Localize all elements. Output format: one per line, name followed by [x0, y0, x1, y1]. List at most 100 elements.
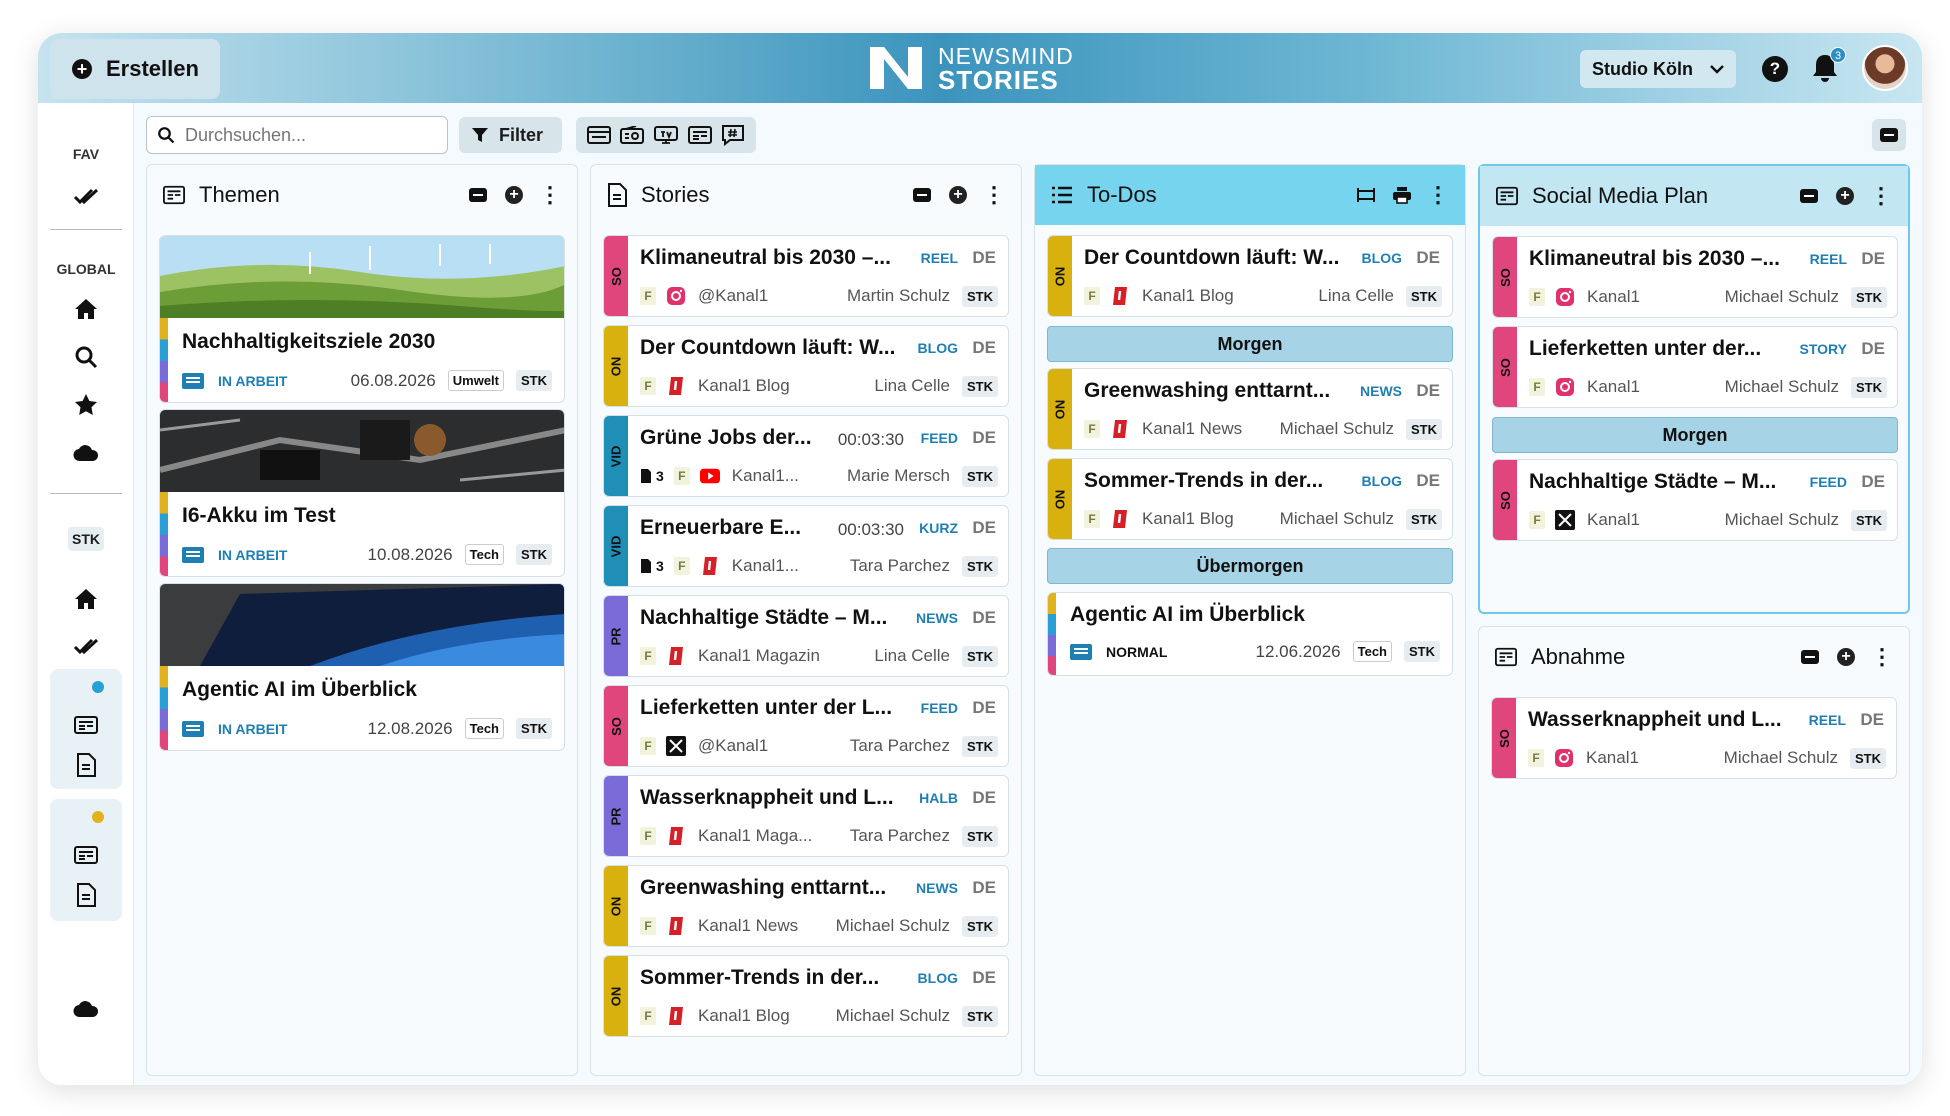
story-card[interactable]: ON Greenwashing enttarnt... NEWS DE F Kanal1 … — [603, 865, 1009, 947]
add-button[interactable]: + — [947, 184, 969, 206]
add-button[interactable]: + — [503, 184, 525, 206]
story-title: Greenwashing enttarnt... — [640, 876, 887, 899]
channel-type-label: SO — [608, 716, 624, 736]
home-icon[interactable] — [72, 585, 100, 613]
search-bar[interactable] — [146, 116, 448, 154]
view-tv-icon[interactable] — [653, 124, 679, 146]
topic-card[interactable]: I6-Akku im Test IN ARBEIT 10.08.2026 Tec… — [159, 409, 565, 577]
story-card[interactable]: SO Lieferketten unter der L... FEED DE F @Kan… — [603, 685, 1009, 767]
f-badge: F — [640, 917, 656, 935]
story-card[interactable]: ON Sommer-Trends in der... BLOG DE F Kanal1 B… — [603, 955, 1009, 1037]
story-card[interactable]: ON Sommer-Trends in der... BLOG DE F Kanal1 B… — [1047, 458, 1453, 540]
document-icon[interactable] — [72, 751, 100, 779]
minimize-button[interactable] — [1798, 185, 1820, 207]
view-newspaper-icon[interactable] — [687, 124, 713, 146]
story-card[interactable]: SO Lieferketten unter der... STORY DE F Kanal… — [1492, 326, 1898, 408]
date-group-header[interactable]: Morgen — [1492, 417, 1898, 453]
topic-title: Agentic AI im Überblick — [1070, 603, 1305, 626]
story-meta: F Kanal1 News Michael Schulz STK — [640, 915, 998, 937]
topic-card[interactable]: Agentic AI im Überblick IN ARBEIT 12.08.… — [159, 583, 565, 751]
search-icon[interactable] — [72, 343, 100, 371]
document-icon[interactable] — [72, 881, 100, 909]
channel-type-label: SO — [1497, 490, 1513, 510]
double-check-icon[interactable] — [72, 183, 100, 211]
f-badge: F — [1528, 749, 1544, 767]
board-view-icon[interactable] — [1355, 184, 1377, 206]
story-title: Greenwashing enttarnt... — [1084, 379, 1331, 402]
filter-button[interactable]: Filter — [459, 117, 562, 153]
filter-icon — [472, 128, 488, 142]
story-card[interactable]: SO Nachhaltige Städte – M... FEED DE F Kanal1… — [1492, 459, 1898, 541]
story-card[interactable]: SO Wasserknappheit und L... REEL DE F Kanal1 M… — [1491, 697, 1897, 779]
story-card[interactable]: PR Nachhaltige Städte – M... NEWS DE F Kanal1… — [603, 595, 1009, 677]
author: Lina Celle — [874, 646, 950, 665]
story-card[interactable]: ON Greenwashing enttarnt... NEWS DE F Kanal1 … — [1047, 368, 1453, 450]
channel-type-label: SO — [1497, 357, 1513, 377]
sidebar-stk-label: STK — [68, 527, 104, 551]
studio-select[interactable]: Studio Köln — [1580, 50, 1736, 88]
minimize-button[interactable] — [911, 184, 933, 206]
more-menu-icon[interactable]: ⋮ — [983, 184, 1005, 206]
create-button[interactable]: + Erstellen — [50, 39, 220, 99]
topic-card[interactable]: Nachhaltigkeitsziele 2030 IN ARBEIT 06.0… — [159, 235, 565, 403]
view-social-icon[interactable] — [720, 124, 746, 146]
f-badge: F — [1529, 288, 1545, 306]
channel-type-strip: SO — [1492, 698, 1516, 778]
user-avatar[interactable] — [1862, 45, 1908, 91]
search-input[interactable] — [185, 124, 425, 146]
story-card[interactable]: VID Erneuerbare E... 00:03:30 KURZ DE 3 F Kanal… — [603, 505, 1009, 587]
more-menu-icon[interactable]: ⋮ — [1427, 184, 1449, 206]
format-badge: KURZ — [919, 520, 958, 536]
date-group-header[interactable]: Morgen — [1047, 326, 1453, 362]
sidebar-divider — [50, 493, 122, 494]
channel-type-label: ON — [1052, 399, 1068, 419]
story-card[interactable]: ON Der Countdown läuft: W... BLOG DE F Kanal1… — [1047, 235, 1453, 317]
star-icon[interactable] — [72, 391, 100, 419]
channel-type-strip: SO — [604, 686, 628, 766]
cloud-icon[interactable] — [72, 439, 100, 467]
document-icon — [608, 183, 627, 207]
channel-name: Kanal1 Blog — [698, 376, 790, 395]
channel-type-strip: PR — [604, 776, 628, 856]
more-menu-icon[interactable]: ⋮ — [1870, 185, 1892, 207]
channel-name: Kanal1 Maga... — [698, 826, 813, 845]
collapse-all-button[interactable] — [1872, 119, 1906, 151]
minimize-button[interactable] — [467, 184, 489, 206]
author: Michael Schulz — [1279, 509, 1394, 528]
home-icon[interactable] — [72, 295, 100, 323]
cloud-icon[interactable] — [72, 995, 100, 1023]
newspaper-icon[interactable] — [72, 711, 100, 739]
format-badge: NEWS — [1360, 383, 1402, 399]
story-card[interactable]: SO Klimaneutral bis 2030 –... REEL DE F @Kana… — [603, 235, 1009, 317]
stk-badge: STK — [962, 465, 998, 487]
chevron-down-icon — [1710, 65, 1724, 74]
more-menu-icon[interactable]: ⋮ — [539, 184, 561, 206]
x-icon — [666, 736, 686, 756]
date-group-header[interactable]: Übermorgen — [1047, 548, 1453, 584]
newspaper-icon[interactable] — [72, 841, 100, 869]
story-card[interactable]: ON Der Countdown läuft: W... BLOG DE F Kanal1… — [603, 325, 1009, 407]
story-card[interactable]: VID Grüne Jobs der... 00:03:30 FEED DE 3 F Kana… — [603, 415, 1009, 497]
add-button[interactable]: + — [1835, 646, 1857, 668]
view-radio-icon[interactable] — [619, 124, 645, 146]
view-list-icon[interactable] — [586, 124, 612, 146]
more-menu-icon[interactable]: ⋮ — [1871, 646, 1893, 668]
status-badge: NORMAL — [1106, 643, 1168, 660]
double-check-icon[interactable] — [72, 633, 100, 661]
story-card[interactable]: SO Klimaneutral bis 2030 –... REEL DE F Kanal… — [1492, 236, 1898, 318]
topic-card[interactable]: Agentic AI im Überblick NORMAL 12.06.2026 T… — [1047, 592, 1453, 676]
channel-type-strip: SO — [1493, 327, 1517, 407]
minimize-button[interactable] — [1799, 646, 1821, 668]
channel-name: Kanal1 — [1587, 287, 1640, 306]
print-icon[interactable] — [1391, 184, 1413, 206]
add-button[interactable]: + — [1834, 185, 1856, 207]
language-code: DE — [1861, 249, 1885, 268]
channel-type-strip: ON — [1048, 459, 1072, 539]
sidebar-group-yellow — [50, 799, 122, 921]
instagram-icon — [1555, 287, 1575, 307]
story-card[interactable]: PR Wasserknappheit und L... HALB DE F Kanal1 … — [603, 775, 1009, 857]
help-icon[interactable]: ? — [1762, 56, 1788, 82]
stk-badge: STK — [962, 555, 998, 577]
story-meta: F Kanal1 Blog Lina Celle STK — [640, 375, 998, 397]
column-title: Stories — [641, 182, 710, 207]
